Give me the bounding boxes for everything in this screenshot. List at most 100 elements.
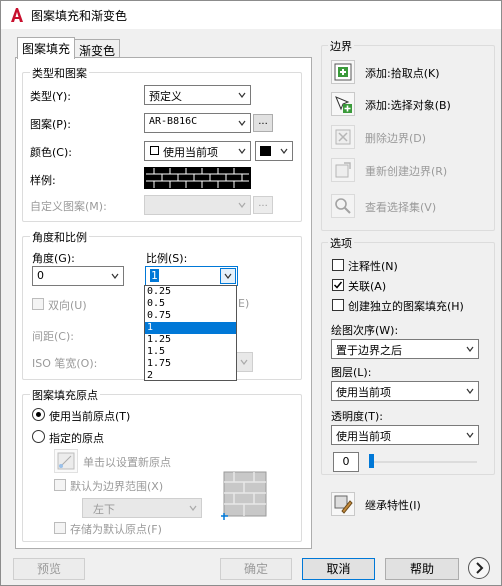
scale-option[interactable]: 0.25 [145, 286, 236, 298]
origin-pick-icon [57, 452, 75, 470]
boundary-position-select[interactable]: 左下 [82, 498, 202, 518]
boundary-position-value: 左下 [93, 503, 115, 516]
scale-option-selected[interactable]: 1 [145, 322, 236, 334]
scale-option[interactable]: 2 [145, 370, 236, 382]
boundaries-title: 边界 [328, 38, 354, 54]
type-value: 预定义 [149, 90, 182, 103]
scale-dropdown-list: 0.25 0.5 0.75 1 1.25 1.5 1.75 2 [144, 285, 237, 381]
chevron-right-icon [476, 562, 484, 574]
specified-origin-radio[interactable] [32, 430, 45, 443]
sample-label: 样例: [30, 174, 56, 187]
use-current-origin-label: 使用当前原点(T) [49, 410, 131, 423]
recreate-boundary-label: 重新创建边界(R) [365, 165, 448, 178]
spacing-label: 间距(C): [32, 330, 74, 343]
scale-option[interactable]: 0.75 [145, 310, 236, 322]
tab-gradient[interactable]: 渐变色 [74, 39, 120, 59]
inherit-properties-button[interactable] [331, 492, 355, 516]
layer-value: 使用当前项 [336, 386, 391, 399]
transparency-slider-thumb[interactable] [369, 454, 374, 468]
pattern-sample-preview[interactable] [144, 167, 251, 189]
chevron-down-icon [280, 148, 288, 154]
layer-select[interactable]: 使用当前项 [331, 381, 479, 401]
separate-hatches-checkbox[interactable] [332, 299, 344, 311]
relative-paper-label: E) [238, 297, 250, 310]
background-color-select[interactable] [255, 141, 293, 161]
double-label: 双向(U) [48, 299, 87, 312]
pattern-label: 图案(P): [30, 118, 71, 131]
draw-order-select[interactable]: 置于边界之后 [331, 339, 479, 359]
add-select-objects-label: 添加:选择对象(B) [365, 99, 451, 112]
type-select[interactable]: 预定义 [144, 85, 251, 105]
transparency-value: 使用当前项 [336, 430, 391, 443]
custom-pattern-browse-button[interactable]: ... [253, 196, 273, 214]
scale-option[interactable]: 1.75 [145, 358, 236, 370]
hatch-origin-title: 图案填充原点 [30, 387, 100, 403]
color-swatch-white [150, 146, 159, 155]
annotative-checkbox[interactable] [332, 259, 344, 271]
store-default-origin-checkbox[interactable] [54, 522, 66, 534]
checkmark-icon [333, 281, 343, 289]
layer-label: 图层(L): [331, 366, 372, 379]
remove-boundaries-label: 删除边界(D) [365, 132, 427, 145]
transparency-slider-track[interactable] [369, 461, 477, 463]
options-title: 选项 [328, 235, 354, 251]
transparency-select[interactable]: 使用当前项 [331, 425, 479, 445]
color-select[interactable]: 使用当前项 [144, 141, 251, 161]
default-boundary-label: 默认为边界范围(X) [70, 480, 164, 493]
type-pattern-title: 类型和图案 [30, 65, 89, 81]
use-current-origin-radio[interactable] [32, 408, 45, 421]
add-select-objects-button[interactable] [331, 92, 355, 116]
scale-value: 1 [150, 269, 159, 282]
scale-label: 比例(S): [146, 252, 188, 265]
scale-option[interactable]: 0.5 [145, 298, 236, 310]
scale-option[interactable]: 1.25 [145, 334, 236, 346]
set-new-origin-label: 单击以设置新原点 [83, 456, 171, 469]
iso-pen-width-select[interactable] [235, 352, 253, 372]
pattern-browse-button[interactable]: ... [253, 114, 273, 132]
transparency-label: 透明度(T): [331, 410, 384, 423]
remove-boundaries-button[interactable] [331, 125, 355, 149]
associative-label: 关联(A) [348, 280, 387, 293]
chevron-down-icon [224, 273, 232, 279]
chevron-down-icon [238, 92, 246, 98]
ok-button[interactable]: 确定 [220, 558, 292, 580]
tab-hatch[interactable]: 图案填充 [17, 37, 75, 59]
store-default-origin-label: 存储为默认原点(F) [70, 523, 162, 536]
more-options-button[interactable] [468, 557, 490, 579]
color-value: 使用当前项 [163, 146, 218, 159]
custom-pattern-select[interactable] [144, 195, 251, 215]
angle-scale-title: 角度和比例 [30, 229, 89, 245]
view-selections-button[interactable] [331, 194, 355, 218]
draw-order-label: 绘图次序(W): [331, 324, 399, 337]
preview-button[interactable]: 预览 [13, 558, 85, 580]
scale-option[interactable]: 1.5 [145, 346, 236, 358]
window-title: 图案填充和渐变色 [31, 8, 128, 23]
add-pick-points-button[interactable] [331, 60, 355, 84]
angle-select[interactable]: 0 [32, 266, 124, 286]
help-button[interactable]: 帮助 [385, 558, 459, 580]
transparency-number-input[interactable]: 0 [333, 452, 359, 472]
double-checkbox[interactable] [32, 298, 44, 310]
angle-label: 角度(G): [32, 252, 75, 265]
pattern-select[interactable]: AR-B816C [144, 113, 251, 133]
chevron-down-icon [466, 346, 474, 352]
inherit-brush-icon [334, 495, 353, 514]
associative-checkbox[interactable] [332, 279, 344, 291]
scale-select[interactable]: 1 [145, 266, 238, 286]
recreate-boundary-button[interactable] [331, 158, 355, 182]
chevron-down-icon [466, 432, 474, 438]
custom-pattern-label: 自定义图案(M): [30, 200, 107, 213]
pick-points-icon [334, 63, 352, 81]
default-boundary-checkbox[interactable] [54, 479, 66, 491]
angle-value: 0 [37, 269, 44, 282]
cancel-button[interactable]: 取消 [302, 558, 375, 580]
select-objects-icon [335, 96, 352, 113]
chevron-down-icon [189, 505, 197, 511]
set-new-origin-button[interactable] [54, 449, 78, 473]
origin-preview-image [221, 471, 267, 520]
iso-pen-width-label: ISO 笔宽(O): [32, 357, 98, 370]
annotative-label: 注释性(N) [348, 260, 398, 273]
chevron-down-icon [238, 120, 246, 126]
hatch-gradient-dialog: 图案填充和渐变色 图案填充 渐变色 类型和图案 类型(Y): 预定义 图案(P)… [0, 0, 502, 586]
chevron-down-icon [111, 273, 119, 279]
